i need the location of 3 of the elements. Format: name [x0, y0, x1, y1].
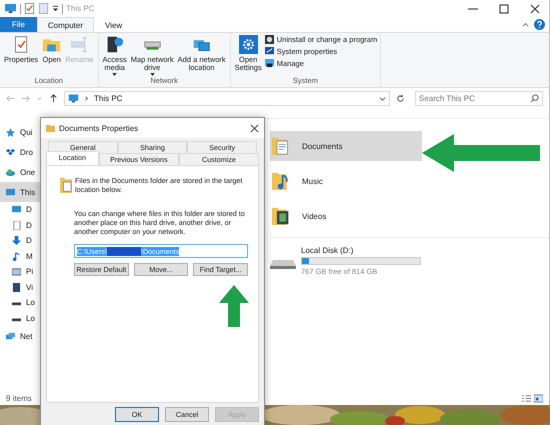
item-count: 9 items: [6, 394, 32, 402]
dialog-title: Documents Properties: [59, 124, 138, 132]
window-title: This PC: [66, 4, 94, 13]
